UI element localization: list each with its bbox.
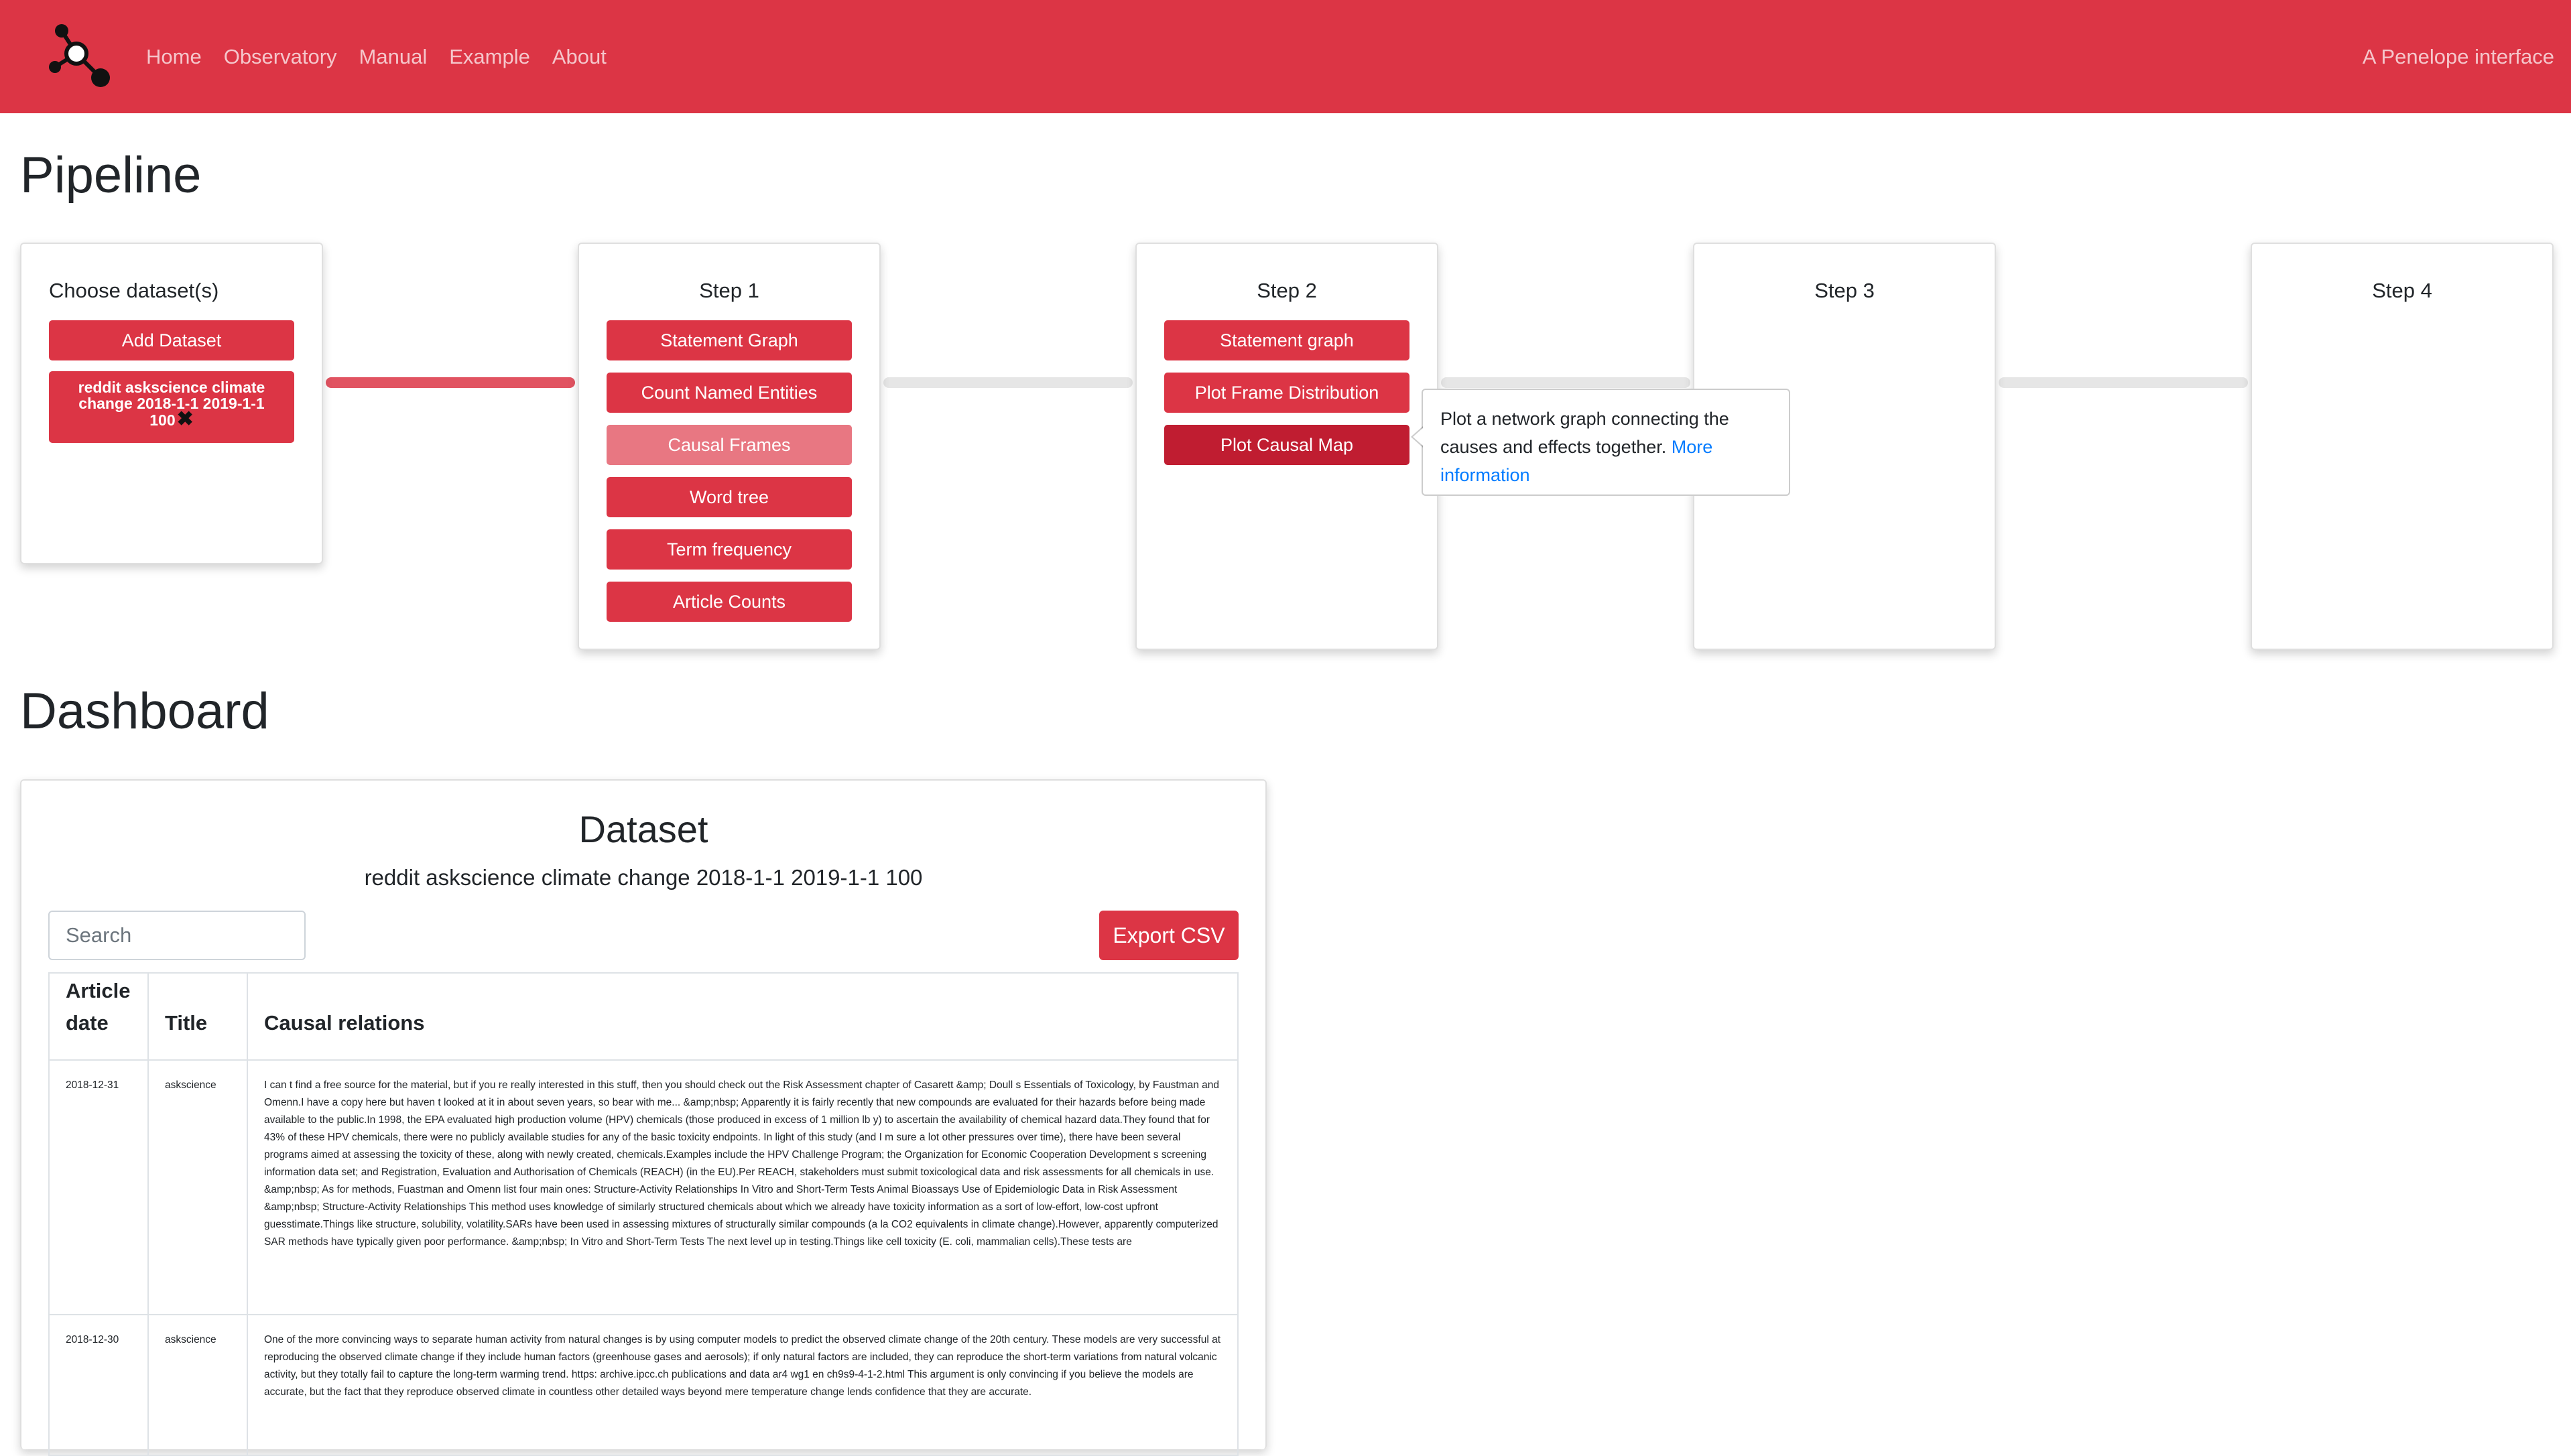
table-header-row: Article date Title Causal relations bbox=[48, 972, 1239, 1061]
connector-step1-step2 bbox=[883, 377, 1133, 388]
causal-frames-button[interactable]: Causal Frames bbox=[607, 425, 852, 465]
dataset-chip[interactable]: reddit askscience climate change 2018-1-… bbox=[49, 371, 294, 443]
column-article-date[interactable]: Article date bbox=[48, 972, 149, 1061]
choose-dataset-card: Choose dataset(s) Add Dataset reddit ask… bbox=[20, 243, 323, 564]
column-title[interactable]: Title bbox=[147, 972, 248, 1061]
step2-title: Step 2 bbox=[1257, 279, 1317, 302]
dataset-card-title: Dataset bbox=[578, 808, 708, 850]
row-date: 2018-12-31 bbox=[48, 1059, 149, 1315]
nav-about[interactable]: About bbox=[552, 45, 607, 69]
step4-card: Step 4 bbox=[2251, 243, 2554, 650]
connector-step3-step4 bbox=[1999, 377, 2248, 388]
table-row: 2018-12-30 askscience One of the more co… bbox=[48, 1314, 1239, 1456]
row-causal-text: I can t find a free source for the mater… bbox=[264, 1079, 1219, 1248]
add-dataset-button[interactable]: Add Dataset bbox=[49, 320, 294, 360]
column-causal-relations[interactable]: Causal relations bbox=[247, 972, 1239, 1061]
plot-frame-distribution-button[interactable]: Plot Frame Distribution bbox=[1164, 373, 1409, 413]
navbar: Home Observatory Manual Example About A … bbox=[0, 0, 2571, 113]
article-counts-button[interactable]: Article Counts bbox=[607, 582, 852, 622]
causal-map-tooltip: Plot a network graph connecting the caus… bbox=[1411, 389, 1790, 496]
dataset-card: Dataset reddit askscience climate change… bbox=[20, 779, 1267, 1456]
row-causal-text: One of the more convincing ways to separ… bbox=[264, 1334, 1221, 1398]
dashboard-heading: Dashboard bbox=[20, 683, 269, 740]
choose-dataset-title: Choose dataset(s) bbox=[49, 279, 219, 302]
row-date: 2018-12-30 bbox=[48, 1314, 149, 1456]
step4-title: Step 4 bbox=[2372, 279, 2432, 302]
connector-choose-step1 bbox=[326, 377, 575, 388]
step1-card: Step 1 Statement Graph Count Named Entit… bbox=[578, 243, 881, 650]
plot-causal-map-button[interactable]: Plot Causal Map bbox=[1164, 425, 1409, 465]
word-tree-button[interactable]: Word tree bbox=[607, 477, 852, 517]
row-title: askscience bbox=[147, 1059, 248, 1315]
export-csv-button[interactable]: Export CSV bbox=[1099, 911, 1239, 960]
count-named-entities-button[interactable]: Count Named Entities bbox=[607, 373, 852, 413]
connector-step2-step3 bbox=[1441, 377, 1690, 388]
dataset-chip-label: reddit askscience climate change 2018-1-… bbox=[78, 379, 265, 429]
dataset-table: Article date Title Causal relations 2018… bbox=[48, 972, 1239, 1456]
nav-manual[interactable]: Manual bbox=[359, 45, 428, 69]
nav-links: Home Observatory Manual Example About bbox=[146, 0, 629, 113]
table-row: 2018-12-31 askscience I can t find a fre… bbox=[48, 1059, 1239, 1315]
network-logo-icon[interactable] bbox=[47, 23, 114, 90]
statement-graph-button[interactable]: Statement Graph bbox=[607, 320, 852, 360]
step1-title: Step 1 bbox=[699, 279, 759, 302]
row-causal-text-cell: One of the more convincing ways to separ… bbox=[247, 1314, 1239, 1456]
term-frequency-button[interactable]: Term frequency bbox=[607, 529, 852, 570]
statement-graph-step2-button[interactable]: Statement graph bbox=[1164, 320, 1409, 360]
nav-example[interactable]: Example bbox=[449, 45, 530, 69]
remove-dataset-icon[interactable]: ✖ bbox=[177, 408, 194, 430]
search-input[interactable] bbox=[48, 911, 306, 960]
brand-tagline[interactable]: A Penelope interface bbox=[2363, 0, 2554, 113]
row-title: askscience bbox=[147, 1314, 248, 1456]
nav-observatory[interactable]: Observatory bbox=[224, 45, 337, 69]
nav-home[interactable]: Home bbox=[146, 45, 202, 69]
step3-title: Step 3 bbox=[1814, 279, 1875, 302]
pipeline-heading: Pipeline bbox=[20, 147, 202, 204]
step2-card: Step 2 Statement graph Plot Frame Distri… bbox=[1135, 243, 1438, 650]
dataset-name: reddit askscience climate change 2018-1-… bbox=[364, 865, 923, 890]
row-causal-text-cell: I can t find a free source for the mater… bbox=[247, 1059, 1239, 1315]
